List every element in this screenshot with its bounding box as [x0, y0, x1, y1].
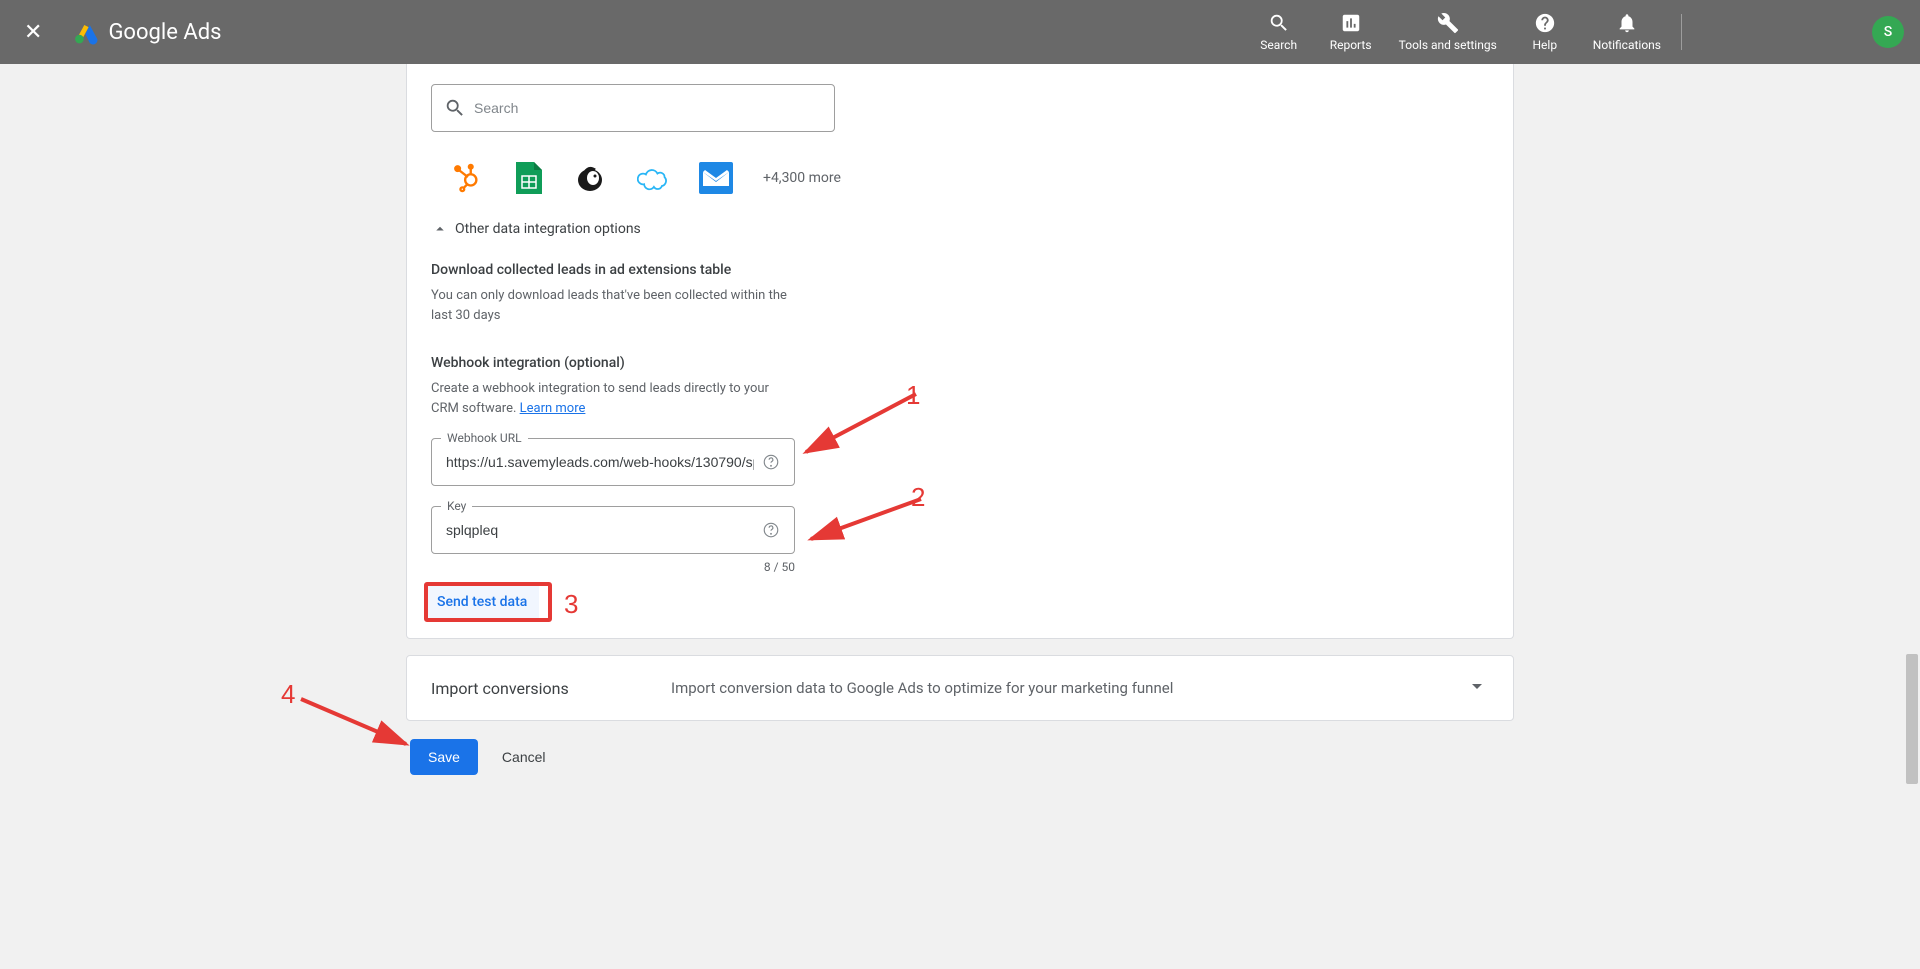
other-integration-label: Other data integration options: [455, 221, 641, 237]
integration-search[interactable]: [431, 84, 835, 132]
integrations-more-link[interactable]: +4,300 more: [763, 170, 841, 186]
salesforce-icon[interactable]: [637, 162, 669, 194]
nav-help[interactable]: Help: [1521, 12, 1569, 52]
download-leads-title: Download collected leads in ad extension…: [431, 262, 1489, 278]
app-title: Google Ads: [108, 20, 221, 45]
webhook-desc: Create a webhook integration to send lea…: [431, 379, 791, 418]
chevron-up-icon: [431, 220, 449, 238]
app-header: ✕ Google Ads Search Reports Tools and se…: [0, 0, 1920, 64]
lead-form-settings-card: +4,300 more Other data integration optio…: [406, 64, 1514, 639]
annotation-number-4: 4: [281, 679, 295, 710]
form-actions: Save Cancel: [410, 739, 1514, 775]
tools-icon: [1437, 12, 1459, 34]
nav-reports[interactable]: Reports: [1327, 12, 1375, 52]
webhook-title: Webhook integration (optional): [431, 355, 1489, 371]
help-icon: [1534, 12, 1556, 34]
scrollbar-thumb[interactable]: [1906, 654, 1918, 784]
other-integration-toggle[interactable]: Other data integration options: [431, 220, 1489, 238]
search-input[interactable]: [474, 100, 822, 116]
learn-more-link[interactable]: Learn more: [520, 401, 586, 416]
nav-tools[interactable]: Tools and settings: [1399, 12, 1497, 52]
search-icon: [1268, 12, 1290, 34]
campaign-monitor-icon[interactable]: [699, 162, 733, 194]
webhook-key-field: Key: [431, 506, 795, 554]
import-conversions-title: Import conversions: [431, 679, 611, 698]
key-char-counter: 8 / 50: [431, 560, 795, 574]
header-nav: Search Reports Tools and settings Help N…: [1255, 12, 1661, 52]
webhook-key-label: Key: [441, 499, 472, 513]
scrollbar[interactable]: [1904, 64, 1920, 969]
webhook-url-label: Webhook URL: [441, 431, 528, 445]
integration-icons-row: +4,300 more: [431, 162, 1489, 194]
app-logo: Google Ads: [74, 19, 221, 45]
help-circle-icon[interactable]: [762, 521, 780, 539]
user-avatar[interactable]: S: [1872, 16, 1904, 48]
webhook-url-field: Webhook URL: [431, 438, 795, 486]
import-conversions-card[interactable]: Import conversions Import conversion dat…: [406, 655, 1514, 721]
nav-search[interactable]: Search: [1255, 12, 1303, 52]
webhook-url-input[interactable]: [446, 454, 754, 470]
import-conversions-desc: Import conversion data to Google Ads to …: [671, 679, 1405, 697]
google-ads-logo-icon: [74, 19, 100, 45]
google-sheets-icon[interactable]: [513, 162, 545, 194]
chevron-down-icon: [1465, 674, 1489, 702]
reports-icon: [1340, 12, 1362, 34]
download-leads-desc: You can only download leads that've been…: [431, 286, 791, 325]
save-button[interactable]: Save: [410, 739, 478, 775]
webhook-key-input[interactable]: [446, 522, 754, 538]
bell-icon: [1616, 12, 1638, 34]
send-test-data-button[interactable]: Send test data: [425, 586, 539, 618]
nav-notifications[interactable]: Notifications: [1593, 12, 1661, 52]
close-icon[interactable]: ✕: [16, 12, 50, 53]
mailchimp-icon[interactable]: [575, 162, 607, 194]
search-icon: [444, 97, 466, 119]
help-circle-icon[interactable]: [762, 453, 780, 471]
divider: [1681, 14, 1682, 50]
cancel-button[interactable]: Cancel: [502, 749, 546, 765]
hubspot-icon[interactable]: [451, 162, 483, 194]
